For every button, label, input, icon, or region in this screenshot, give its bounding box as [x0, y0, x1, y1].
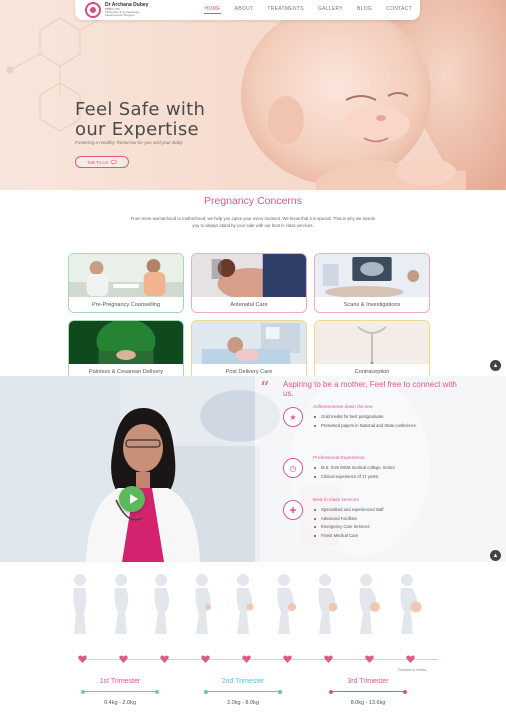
experience-list: Gold medal for best postgraduate. Presen… [313, 414, 453, 431]
experience-point: Gold medal for best postgraduate. [313, 414, 453, 421]
heart-icon[interactable] [283, 655, 292, 663]
heart-icon[interactable] [119, 655, 128, 663]
arrow-up-icon: ▲ [492, 552, 499, 559]
scan-image [315, 254, 429, 299]
trimester-1-line [81, 689, 159, 694]
nav-home[interactable]: HOME [204, 6, 221, 14]
chat-icon [111, 159, 117, 165]
page: Feel Safe with our Expertise Fostering a… [0, 0, 506, 720]
experience-list: M.S. from MGM medical college, Indore Cl… [313, 465, 453, 482]
talk-to-us-label: Talk To Us [86, 159, 109, 165]
pregnancy-silhouette-icon [277, 574, 296, 634]
heart-icon[interactable] [201, 655, 210, 663]
counselling-image [69, 254, 183, 299]
card-post-delivery-care[interactable]: Post Delivery Care [191, 320, 307, 380]
delivery-image [69, 321, 183, 366]
experience-list: Specialized and experienced staff Advanc… [313, 507, 453, 541]
hero-title-line-1: Feel Safe with [75, 99, 206, 120]
pregnancy-silhouette-icon [359, 574, 380, 634]
card-scans-investigations[interactable]: Scans & Investigations [314, 253, 430, 313]
nav-blog[interactable]: BLOG [357, 6, 372, 14]
trimester-2-line [204, 689, 282, 694]
experience-point: M.S. from MGM medical college, Indore [313, 465, 453, 472]
talk-to-us-button[interactable]: Talk To Us [75, 156, 129, 168]
experience-point: Advanced Facilities [313, 516, 453, 523]
play-video-button[interactable] [119, 486, 145, 512]
experience-point: Presented papers in National and State c… [313, 423, 453, 430]
pregnancy-silhouette-icon [73, 574, 87, 634]
trimester-2-label: 2nd Trimester [221, 678, 265, 685]
timeline-note: Pumpkin in weeks [398, 668, 427, 672]
logo-text[interactable]: Dr Archana Dubey MBBS, MS Obstetrics & G… [105, 2, 148, 18]
main-nav: HOME ABOUT TREATMENTS GALLERY BLOG CONTA… [204, 6, 412, 14]
card-pre-pregnancy-counselling[interactable]: Pre-Pregnancy Counselling [68, 253, 184, 313]
experience-heading: Achievements down the line [313, 405, 373, 410]
quote-icon: “ [260, 378, 270, 399]
card-label: Scans & Investigations [315, 297, 429, 312]
nav-about[interactable]: ABOUT [235, 6, 254, 14]
pregnancy-silhouette-icon [318, 574, 338, 634]
heart-icon[interactable] [406, 655, 415, 663]
nav-gallery[interactable]: GALLERY [318, 6, 343, 14]
concerns-title: Pregnancy Concerns [203, 195, 303, 207]
pregnancy-silhouette-icon [154, 574, 170, 634]
scroll-up-button[interactable]: ▲ [490, 550, 501, 561]
trimester-3-value: 8.0kg - 13.6kg [350, 700, 386, 706]
concerns-description: From mere womanhood to motherhood, we he… [130, 216, 376, 228]
baby-illustration [241, 0, 506, 190]
trimester-2-value: 2.0kg - 8.0kg [227, 700, 259, 706]
hero-section: Feel Safe with our Expertise Fostering a… [0, 0, 506, 190]
pregnancy-silhouette-icon [400, 574, 422, 634]
logo-sub-3: Laparoscopic Surgeon [105, 13, 136, 18]
trimester-1-label: 1st Trimester [99, 678, 141, 685]
heart-icon[interactable] [365, 655, 374, 663]
nav-treatments[interactable]: TREATMENTS [267, 6, 304, 14]
antenatal-image [192, 254, 306, 299]
pregnancy-silhouette-icon [114, 574, 129, 634]
hero-subtitle: Fostering a Healthy Tomorrow for you and… [75, 140, 183, 145]
card-antenatal-care[interactable]: Antenatal Care [191, 253, 307, 313]
site-header: Dr Archana Dubey MBBS, MS Obstetrics & G… [75, 0, 420, 20]
card-contraception[interactable]: Contraception [314, 320, 430, 380]
pregnancy-silhouette-icon [236, 574, 254, 634]
clock-icon: ◷ [283, 458, 303, 478]
scroll-up-button[interactable]: ▲ [490, 360, 501, 371]
experience-title: Aspiring to be a mother, Feel free to co… [283, 380, 457, 399]
post-delivery-image [192, 321, 306, 366]
hero-title-line-2: our Expertise [75, 119, 199, 141]
experience-point: Specialized and experienced staff [313, 507, 453, 514]
experience-point: Clinical experience of 17 years. [313, 474, 453, 481]
experience-point: Finest Medical Care [313, 533, 453, 540]
nav-contact[interactable]: CONTACT [386, 6, 412, 14]
heart-icon[interactable] [160, 655, 169, 663]
card-label: Antenatal Care [192, 297, 306, 312]
card-painless-cesarean-delivery[interactable]: Painless & Cesarean Delivery [68, 320, 184, 380]
trimester-3-label: 3rd Trimester [347, 678, 389, 685]
trimester-3-line [329, 689, 407, 694]
logo-icon[interactable] [85, 2, 101, 18]
contraception-image [315, 321, 429, 366]
card-label: Pre-Pregnancy Counselling [69, 297, 183, 312]
heart-icon[interactable] [78, 655, 87, 663]
heart-icon[interactable] [324, 655, 333, 663]
hero-title: Feel Safe with our Expertise [75, 99, 206, 141]
arrow-up-icon: ▲ [492, 362, 499, 369]
timeline-line [78, 659, 438, 660]
experience-heading: Professional Experience [313, 456, 365, 461]
hospital-icon: ✚ [283, 500, 303, 520]
pregnancy-silhouette-icon [195, 574, 211, 634]
doctor-photo [86, 408, 200, 562]
experience-point: Emergency Care Services [313, 524, 453, 531]
medal-icon: ★ [283, 407, 303, 427]
trimester-1-value: 0.4kg - 2.0kg [104, 700, 136, 706]
heart-icon[interactable] [242, 655, 251, 663]
experience-heading: Best in class services [313, 498, 359, 503]
